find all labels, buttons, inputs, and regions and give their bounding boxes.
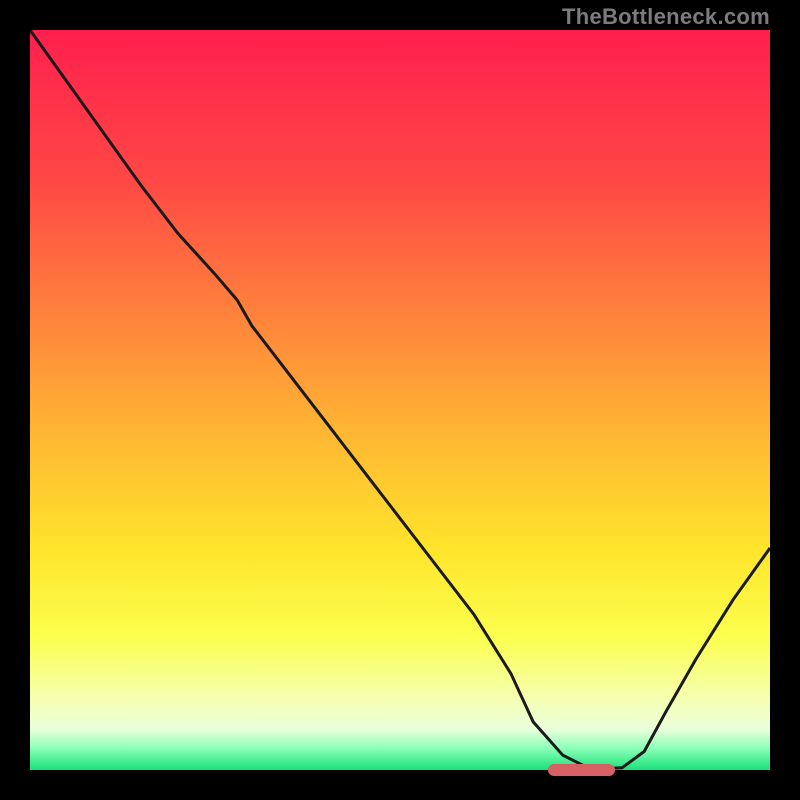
plot-area <box>30 30 770 770</box>
watermark: TheBottleneck.com <box>562 4 770 30</box>
optimal-marker <box>548 764 615 776</box>
bottleneck-curve <box>30 30 770 770</box>
